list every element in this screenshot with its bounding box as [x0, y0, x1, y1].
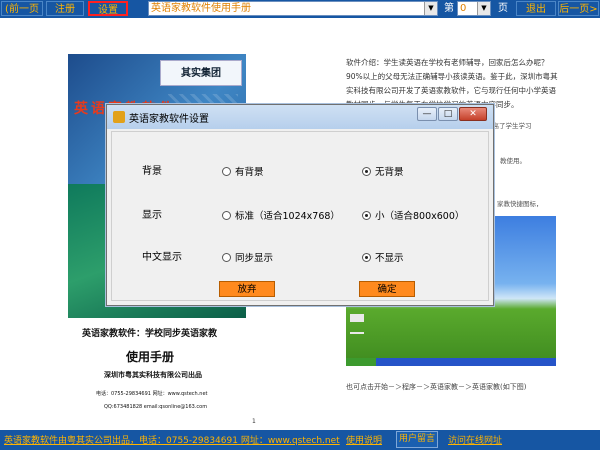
page-select-value: 0 [460, 3, 467, 14]
chevron-down-icon[interactable]: ▼ [477, 2, 490, 15]
maximize-icon[interactable]: □ [438, 107, 458, 121]
company-logo-text: 其实集团 [181, 68, 221, 79]
option-label: 同步显示 [235, 253, 274, 264]
top-toolbar: (前一页 注册 设置 英语家教软件使用手册 ▼ 第 0 ▼ 页 退出 后一页> [0, 0, 600, 18]
option-small-size[interactable]: 小（适合800x600） [362, 208, 464, 222]
start-button [346, 358, 376, 366]
cover-mail: QQ:673481828 email:qsonline@163.com [104, 404, 208, 410]
display-label: 显示 [142, 210, 162, 221]
screenshot-caption: 也可点击开始－＞程序－＞英语家教－＞英语家教(如下图) [346, 383, 527, 391]
option-label: 小（适合800x600） [375, 211, 465, 222]
exit-button[interactable]: 退出 [516, 1, 556, 16]
cover-subtitle: 英语家教软件：学校同步英语家教 [82, 329, 218, 339]
prev-page-button[interactable]: (前一页 [1, 1, 43, 16]
radio-icon[interactable] [222, 167, 231, 176]
note-usage: 教使用。 [500, 157, 526, 165]
chinese-display-label: 中文显示 [142, 252, 182, 263]
radio-checked-icon[interactable] [362, 211, 371, 220]
chevron-down-icon[interactable]: ▼ [424, 2, 437, 15]
option-label: 不显示 [375, 253, 404, 264]
option-label: 有背景 [235, 167, 264, 178]
page-number: 1 [252, 418, 256, 425]
option-standard-size[interactable]: 标准（适合1024x768） [222, 208, 340, 222]
radio-icon[interactable] [222, 253, 231, 262]
settings-dialog: 英语家教软件设置 — □ ✕ 背景 有背景 无背景 显示 标准（适合1024x7… [106, 104, 494, 306]
radio-checked-icon[interactable] [362, 167, 371, 176]
dialog-titlebar[interactable]: 英语家教软件设置 — □ ✕ [107, 105, 493, 129]
manual-select-value: 英语家教软件使用手册 [151, 3, 251, 14]
publisher-info-link[interactable]: 英语家教软件由粤其实公司出品，电话：0755-29834691 网址：www.q… [4, 433, 340, 446]
message-button[interactable]: 用户留言 [396, 431, 438, 448]
manual-select[interactable]: 英语家教软件使用手册 ▼ [148, 1, 438, 16]
online-site-link[interactable]: 访问在线网址 [448, 433, 502, 446]
option-no-background[interactable]: 无背景 [362, 164, 404, 178]
page-suffix-label: 页 [498, 3, 508, 14]
cover-tel: 电话：0755-29834691 网址：www.qstech.net [96, 391, 208, 397]
page-select[interactable]: 0 ▼ [457, 1, 491, 16]
ok-button[interactable]: 确定 [359, 281, 415, 297]
option-hide-chinese[interactable]: 不显示 [362, 250, 404, 264]
option-with-background[interactable]: 有背景 [222, 164, 264, 178]
settings-button[interactable]: 设置 [88, 1, 128, 16]
radio-checked-icon[interactable] [362, 253, 371, 262]
cancel-button[interactable]: 放弃 [219, 281, 275, 297]
next-page-button[interactable]: 后一页> [558, 1, 599, 16]
cover-title: 使用手册 [126, 350, 175, 364]
option-label: 标准（适合1024x768） [235, 211, 340, 222]
dialog-title: 英语家教软件设置 [129, 114, 209, 125]
background-label: 背景 [142, 166, 162, 177]
help-link[interactable]: 使用说明 [346, 433, 382, 446]
cover-publisher: 深圳市粤其实科技有限公司出品 [104, 371, 202, 379]
app-icon [113, 111, 125, 123]
bottom-bar: 英语家教软件由粤其实公司出品，电话：0755-29834691 网址：www.q… [0, 430, 600, 450]
company-logo: 其实集团 [160, 60, 242, 86]
option-label: 无背景 [375, 167, 404, 178]
register-button[interactable]: 注册 [46, 1, 84, 16]
close-icon[interactable]: ✕ [459, 107, 487, 121]
radio-icon[interactable] [222, 211, 231, 220]
page-prefix-label: 第 [444, 3, 454, 14]
option-sync-display[interactable]: 同步显示 [222, 250, 273, 264]
taskbar [346, 358, 556, 366]
minimize-icon[interactable]: — [417, 107, 437, 121]
dialog-body: 背景 有背景 无背景 显示 标准（适合1024x768） 小（适合800x600… [111, 131, 489, 301]
note-shortcut: 家教快捷图标， [497, 200, 543, 208]
